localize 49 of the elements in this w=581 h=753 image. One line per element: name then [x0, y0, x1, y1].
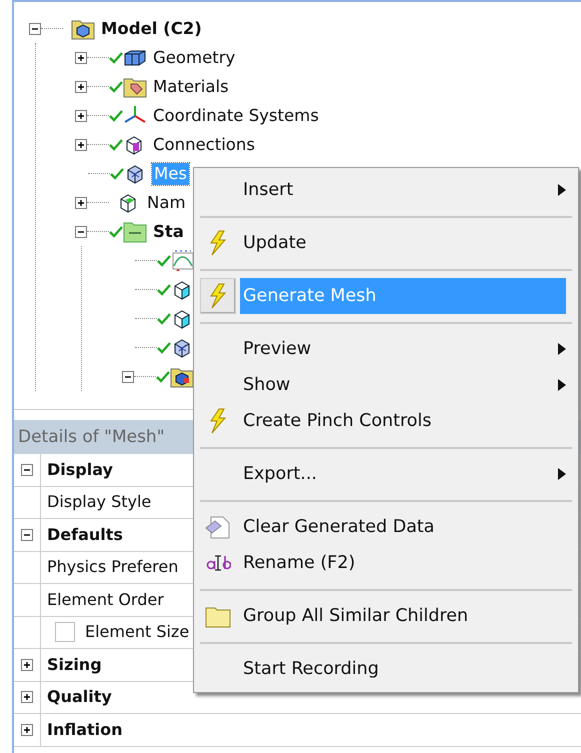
- collapse-icon[interactable]: [29, 22, 41, 34]
- expand-icon[interactable]: [75, 52, 87, 64]
- rename-icon: [205, 553, 231, 573]
- checkbox[interactable]: [55, 622, 75, 642]
- group-header[interactable]: Defaults: [47, 522, 123, 547]
- eraser-icon: [205, 514, 231, 540]
- expand-icon[interactable]: [75, 80, 87, 92]
- tree-item[interactable]: Connections: [151, 134, 257, 156]
- menu-item[interactable]: Insert: [194, 172, 578, 208]
- tree-item[interactable]: Sta: [151, 220, 186, 242]
- group-header[interactable]: Sizing: [47, 652, 102, 677]
- collapse-icon[interactable]: [122, 370, 134, 382]
- expand-icon[interactable]: [75, 196, 87, 208]
- submenu-arrow-icon: [558, 379, 566, 391]
- expand-icon[interactable]: [21, 658, 33, 671]
- expand-icon[interactable]: [75, 110, 87, 122]
- tree-item[interactable]: Materials: [151, 76, 231, 98]
- tree-item[interactable]: Geometry: [151, 46, 238, 68]
- lightning-icon: [207, 283, 229, 309]
- submenu-arrow-icon: [558, 343, 566, 355]
- menu-item[interactable]: Clear Generated Data: [194, 509, 578, 545]
- collapse-icon[interactable]: [21, 464, 33, 476]
- group-header[interactable]: Inflation: [47, 718, 123, 742]
- property-name: Element Size: [85, 621, 190, 644]
- submenu-arrow-icon: [558, 184, 566, 196]
- menu-item[interactable]: Start Recording: [194, 651, 578, 687]
- lightning-icon: [207, 408, 229, 434]
- menu-item[interactable]: Show: [194, 367, 578, 403]
- expand-icon[interactable]: [21, 691, 33, 704]
- expand-icon[interactable]: [21, 724, 33, 736]
- lightning-icon: [207, 230, 229, 256]
- expand-icon[interactable]: [75, 138, 87, 150]
- menu-item[interactable]: Preview: [194, 331, 578, 367]
- collapse-icon[interactable]: [21, 528, 33, 541]
- folder-icon: [123, 220, 147, 244]
- menu-item[interactable]: Update: [194, 225, 578, 261]
- collapse-icon[interactable]: [75, 226, 87, 238]
- submenu-arrow-icon: [558, 468, 566, 480]
- menu-item[interactable]: Export...: [194, 456, 578, 492]
- tree-item[interactable]: Model (C2): [99, 18, 204, 40]
- menu-item[interactable]: Rename (F2): [194, 545, 578, 581]
- tree-item[interactable]: Nam: [145, 192, 188, 214]
- property-name: Element Order: [47, 588, 164, 611]
- group-header[interactable]: Display: [47, 458, 113, 482]
- tree-item[interactable]: Coordinate Systems: [151, 104, 321, 126]
- menu-item[interactable]: Group All Similar Children: [194, 598, 578, 634]
- group-header[interactable]: Quality: [47, 685, 112, 710]
- property-name: Display Style: [47, 491, 152, 514]
- property-name: Physics Preferen: [47, 556, 178, 578]
